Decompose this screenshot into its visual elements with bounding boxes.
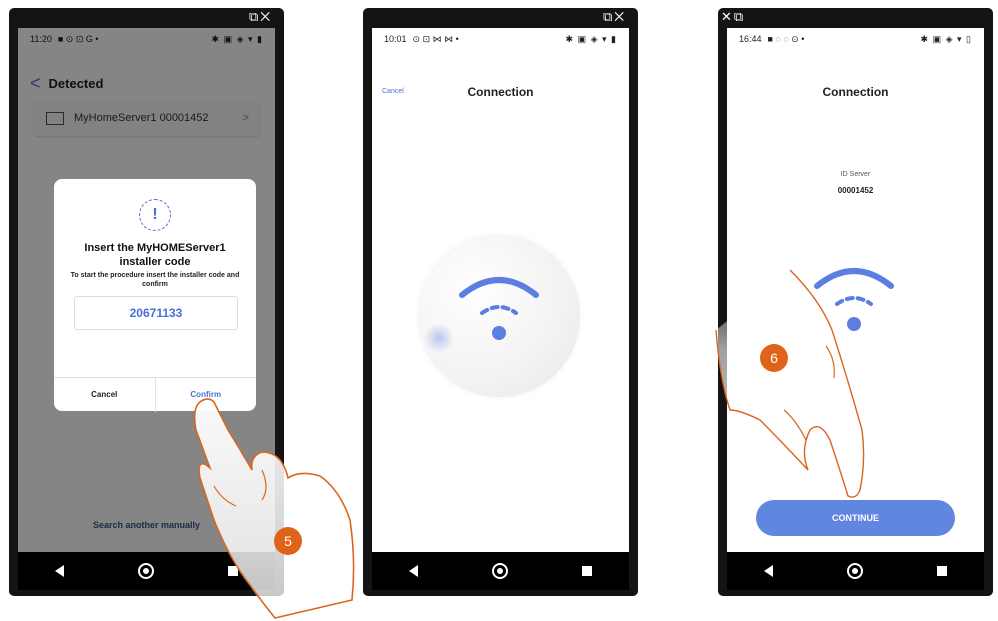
step-badge-6: 6	[760, 344, 788, 372]
nav-home-icon[interactable]	[492, 563, 508, 579]
confirm-button[interactable]: Confirm	[156, 378, 257, 412]
nav-home-icon[interactable]	[138, 563, 154, 579]
status-time: 10:01	[384, 34, 407, 44]
nav-recents-icon[interactable]	[582, 566, 592, 576]
status-bar: 10:01 ⊙ ⊡ ⋈ ⋈ • ✱ ▣ ◈ ▾ ▮	[372, 28, 629, 50]
installer-code-input[interactable]: 20671133	[74, 296, 238, 330]
dialog-title: Insert the MyHOMEServer1 installer code	[84, 242, 226, 268]
continue-button[interactable]: CONTINUE	[756, 500, 955, 536]
android-nav-bar	[18, 552, 275, 590]
nav-back-icon[interactable]	[55, 565, 64, 577]
status-time: 16:44	[739, 34, 762, 44]
screen-connected: 16:44 ■ ◌ ◌ ⊙ • ✱ ▣ ◈ ▾ ▯ Connection ID S…	[727, 28, 984, 552]
notification-icons: ⊙ ⊡ ⋈ ⋈ •	[412, 33, 459, 44]
id-server-value: 00001452	[837, 186, 874, 195]
notification-icons: ■ ◌ ◌ ⊙ •	[767, 33, 805, 44]
phone-frame-3: ✕⧉ 16:44 ■ ◌ ◌ ⊙ • ✱ ▣ ◈ ▾ ▯ Connection I…	[718, 8, 993, 596]
loading-glow	[424, 323, 454, 353]
connection-animation	[418, 235, 580, 397]
phone-frame-1: ⧉✕ 11:20 ■ ⊙ ⊡ G • ✱ ▣ ◈ ▾ ▮ < Detected M…	[9, 8, 284, 596]
android-nav-bar	[372, 552, 629, 590]
wifi-icon	[814, 268, 894, 331]
nav-recents-icon[interactable]	[228, 566, 238, 576]
phone-frame-2: ⧉✕ 10:01 ⊙ ⊡ ⋈ ⋈ • ✱ ▣ ◈ ▾ ▮ Cancel Conne…	[363, 8, 638, 596]
dialog-buttons: Cancel Confirm	[54, 377, 256, 412]
status-bar: 16:44 ■ ◌ ◌ ⊙ • ✱ ▣ ◈ ▾ ▯	[727, 28, 984, 50]
page-title: Connection	[467, 85, 534, 99]
wifi-icon	[459, 277, 539, 340]
id-server-label: ID Server	[840, 171, 871, 178]
window-controls-icon[interactable]: ⧉✕	[249, 9, 272, 25]
warning-icon: !	[139, 199, 171, 231]
window-controls-icon[interactable]: ⧉✕	[603, 9, 626, 25]
window-controls-icon[interactable]: ✕⧉	[721, 9, 745, 25]
nav-back-icon[interactable]	[764, 565, 773, 577]
step-badge-5: 5	[274, 527, 302, 555]
installer-code-dialog: ! Insert the MyHOMEServer1 installer cod…	[54, 179, 256, 412]
system-icons: ✱ ▣ ◈ ▾ ▯	[920, 33, 972, 44]
cancel-button[interactable]: Cancel	[54, 378, 156, 412]
dialog-description: To start the procedure insert the instal…	[70, 272, 240, 288]
screen-connecting: 10:01 ⊙ ⊡ ⋈ ⋈ • ✱ ▣ ◈ ▾ ▮ Cancel Connecti…	[372, 28, 629, 552]
nav-back-icon[interactable]	[409, 565, 418, 577]
nav-recents-icon[interactable]	[937, 566, 947, 576]
android-nav-bar	[727, 552, 984, 590]
nav-home-icon[interactable]	[847, 563, 863, 579]
page-title: Connection	[822, 85, 889, 99]
screen-detected: 11:20 ■ ⊙ ⊡ G • ✱ ▣ ◈ ▾ ▮ < Detected MyHo…	[18, 28, 275, 552]
system-icons: ✱ ▣ ◈ ▾ ▮	[565, 33, 617, 44]
